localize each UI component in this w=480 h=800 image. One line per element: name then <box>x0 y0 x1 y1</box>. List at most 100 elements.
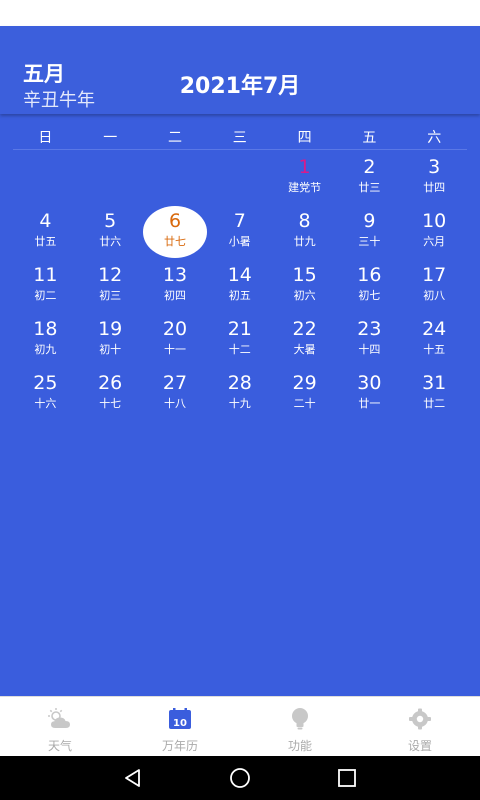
day-cell[interactable]: 11 初二 <box>13 258 78 312</box>
day-cell[interactable]: 13 初四 <box>143 258 208 312</box>
weekday-sun: 日 <box>38 130 53 146</box>
day-cell[interactable]: 2 廿三 <box>337 150 402 204</box>
lunar-day-label: 十七 <box>99 397 122 410</box>
weekday-tue: 二 <box>167 130 182 146</box>
day-number: 2 <box>363 156 376 178</box>
day-cell[interactable]: 24 十五 <box>402 312 467 366</box>
day-cell[interactable]: 10 六月 <box>402 204 467 258</box>
lunar-day-label: 初五 <box>228 289 251 302</box>
calendar-icon: 10 <box>169 708 191 729</box>
lunar-day-label: 廿三 <box>358 181 381 194</box>
day-cell[interactable]: 23 十四 <box>337 312 402 366</box>
day-cell[interactable]: 21 十二 <box>207 312 272 366</box>
nav-settings[interactable]: 设置 <box>360 697 480 757</box>
day-number: 7 <box>233 210 246 232</box>
calendar-header: 五月 辛丑牛年 2021年7月 <box>0 26 480 114</box>
bottom-nav: 天气 10 万年历 功能 设置 <box>0 696 480 756</box>
day-number: 15 <box>292 264 317 286</box>
day-cell[interactable]: 20 十一 <box>143 312 208 366</box>
day-cell[interactable]: 5 廿六 <box>78 204 143 258</box>
day-cell[interactable]: 22 大暑 <box>272 312 337 366</box>
day-cell[interactable]: 17 初八 <box>402 258 467 312</box>
day-cell[interactable]: 31 廿二 <box>402 366 467 420</box>
lunar-day-label: 廿一 <box>358 397 381 410</box>
nav-weather[interactable]: 天气 <box>0 697 120 757</box>
lunar-day-label: 初九 <box>34 343 57 356</box>
lunar-day-label: 初三 <box>99 289 122 302</box>
day-number: 12 <box>98 264 123 286</box>
day-number: 9 <box>363 210 376 232</box>
back-icon[interactable] <box>121 766 145 790</box>
day-cell[interactable]: 14 初五 <box>207 258 272 312</box>
day-cell[interactable]: 30 廿一 <box>337 366 402 420</box>
day-cell[interactable]: 8 廿九 <box>272 204 337 258</box>
weekday-fri: 五 <box>362 130 377 146</box>
day-number: 14 <box>227 264 252 286</box>
lunar-day-label: 廿二 <box>423 397 446 410</box>
lunar-day-label: 六月 <box>423 235 446 248</box>
day-number: 29 <box>292 372 317 394</box>
day-number: 28 <box>227 372 252 394</box>
calendar-grid: 1 建党节 2 廿三 3 廿四 4 廿五 5 廿六 6 廿七 7 小暑 8 廿九 9 三十 10 六月 11 初二 12 初三… <box>13 150 467 420</box>
day-number: 1 <box>298 156 311 178</box>
day-cell[interactable]: 25 十六 <box>13 366 78 420</box>
day-number: 23 <box>357 318 382 340</box>
lunar-day-label: 初二 <box>34 289 57 302</box>
day-cell[interactable]: 9 三十 <box>337 204 402 258</box>
lunar-day-label: 十八 <box>163 397 186 410</box>
lunar-day-label: 十二 <box>228 343 251 356</box>
day-number: 24 <box>422 318 447 340</box>
lunar-day-label: 廿七 <box>163 235 186 248</box>
recents-icon[interactable] <box>335 766 359 790</box>
lunar-day-label: 初八 <box>423 289 446 302</box>
day-number: 19 <box>98 318 123 340</box>
nav-functions[interactable]: 功能 <box>240 697 360 757</box>
day-number: 22 <box>292 318 317 340</box>
day-cell[interactable]: 1 建党节 <box>272 150 337 204</box>
month-title[interactable]: 2021年7月 <box>0 68 480 100</box>
lunar-day-label: 二十 <box>293 397 316 410</box>
svg-text:10: 10 <box>173 718 187 729</box>
day-number: 20 <box>162 318 188 340</box>
lightbulb-icon <box>292 708 308 730</box>
lunar-day-label: 初四 <box>163 289 186 302</box>
day-cell[interactable]: 3 廿四 <box>402 150 467 204</box>
lunar-day-label: 小暑 <box>228 235 251 248</box>
day-cell[interactable]: 29 二十 <box>272 366 337 420</box>
lunar-day-label: 大暑 <box>293 343 316 356</box>
status-bar <box>0 0 480 26</box>
day-number: 26 <box>98 372 123 394</box>
nav-settings-label: 设置 <box>407 739 432 753</box>
weekday-thu: 四 <box>297 130 312 146</box>
system-nav-bar <box>0 756 480 800</box>
day-cell[interactable]: 28 十九 <box>207 366 272 420</box>
day-number: 3 <box>428 156 441 178</box>
day-cell[interactable]: 26 十七 <box>78 366 143 420</box>
day-cell-today[interactable]: 6 廿七 <box>142 204 208 258</box>
day-number: 16 <box>357 264 382 286</box>
day-number: 31 <box>422 372 447 394</box>
day-cell[interactable]: 4 廿五 <box>13 204 78 258</box>
day-cell[interactable]: 15 初六 <box>272 258 337 312</box>
day-cell[interactable]: 27 十八 <box>143 366 208 420</box>
day-number: 21 <box>227 318 252 340</box>
home-icon[interactable] <box>228 766 252 790</box>
nav-calendar[interactable]: 10 万年历 <box>120 697 240 757</box>
lunar-day-label: 廿五 <box>34 235 57 248</box>
day-cell[interactable]: 12 初三 <box>78 258 143 312</box>
day-number: 8 <box>298 210 311 232</box>
day-number: 6 <box>168 210 182 232</box>
day-number: 10 <box>422 210 447 232</box>
weekday-wed: 三 <box>232 130 247 146</box>
lunar-day-label: 廿四 <box>423 181 446 194</box>
lunar-day-label: 十一 <box>163 343 186 356</box>
nav-calendar-label: 万年历 <box>161 739 198 753</box>
weekday-header: 日 一 二 三 四 五 六 <box>13 124 467 150</box>
lunar-day-label: 初十 <box>99 343 122 356</box>
day-cell[interactable]: 18 初九 <box>13 312 78 366</box>
day-cell[interactable]: 19 初十 <box>78 312 143 366</box>
day-cell[interactable]: 7 小暑 <box>207 204 272 258</box>
day-number: 27 <box>162 372 188 394</box>
weekday-sat: 六 <box>427 130 442 146</box>
day-cell[interactable]: 16 初七 <box>337 258 402 312</box>
